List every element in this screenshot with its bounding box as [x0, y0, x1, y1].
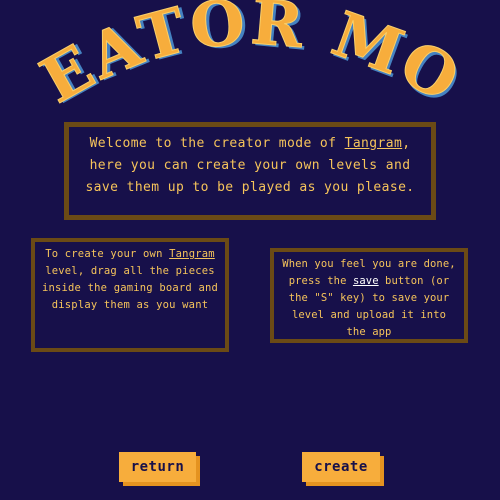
tangram-link-2[interactable]: Tangram [169, 248, 215, 260]
return-button[interactable]: return [119, 452, 196, 482]
drag-text-after: level, drag all the pieces inside the ga… [41, 265, 219, 311]
save-instructions-panel: When you feel you are done, press the sa… [270, 248, 468, 343]
title-banner: CREATOR MODE CREATOR MODE [0, 0, 472, 121]
welcome-text-before: Welcome to the creator mode of [89, 136, 345, 151]
create-button[interactable]: create [302, 452, 380, 482]
save-keyword: save [352, 275, 379, 287]
tangram-link[interactable]: Tangram [345, 136, 403, 151]
welcome-panel: Welcome to the creator mode of Tangram, … [64, 122, 436, 220]
drag-text-before: To create your own [45, 248, 170, 260]
drag-instructions-panel: To create your own Tangram level, drag a… [31, 238, 229, 352]
